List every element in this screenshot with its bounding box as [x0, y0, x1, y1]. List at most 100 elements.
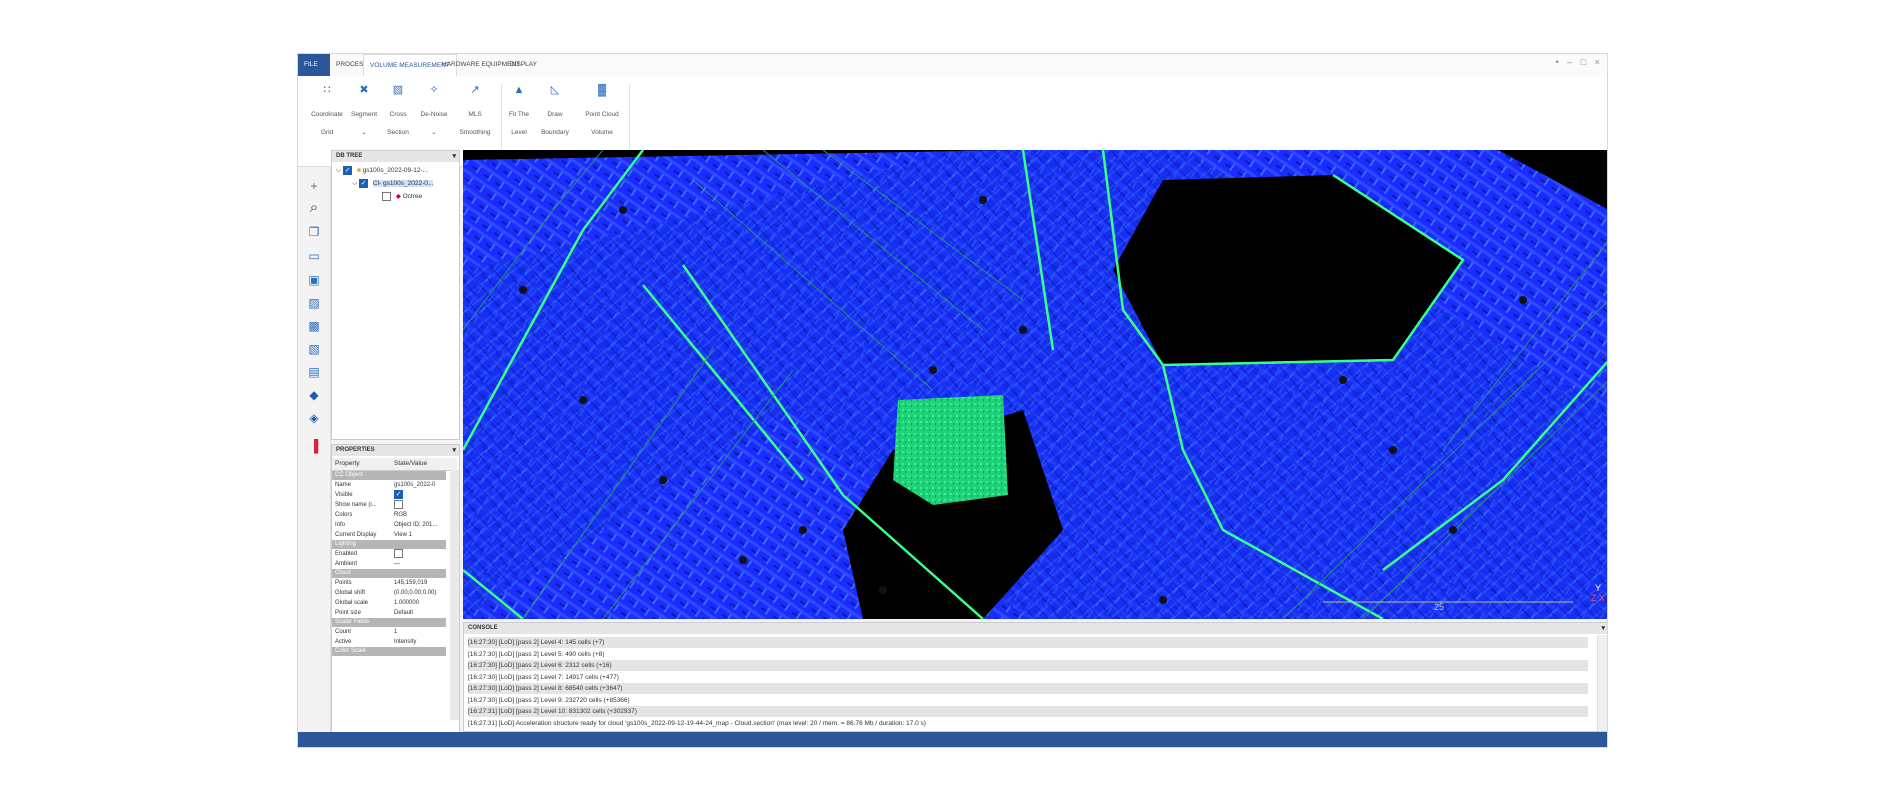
- point-cloud-viewport[interactable]: 25 Y Z X: [463, 150, 1607, 619]
- property-value: [394, 549, 444, 559]
- tree-item-checkbox[interactable]: ✓: [343, 165, 353, 175]
- property-key: Name: [335, 482, 352, 488]
- shield-alt-icon[interactable]: ◈: [305, 409, 323, 427]
- close-icon[interactable]: ▾: [1601, 623, 1605, 634]
- application-window: FILE PROCESS VOLUME MEASUREMENT HARDWARE…: [297, 53, 1608, 748]
- color-scale-icon[interactable]: ▐: [305, 437, 323, 455]
- draw-boundary-button[interactable]: ◺ Draw Boundary: [532, 84, 578, 138]
- point-cloud-render: [463, 150, 1607, 619]
- property-row[interactable]: Info Object ID: 201...: [332, 520, 446, 530]
- tree-item-label: gs100s_2022-09-12-...: [362, 167, 429, 174]
- property-checkbox[interactable]: ✓: [394, 490, 403, 499]
- property-row[interactable]: Enabled: [332, 549, 446, 559]
- property-value: ✓: [394, 490, 444, 500]
- tab-display[interactable]: DISPLAY: [504, 54, 543, 76]
- console-title-text: CONSOLE: [468, 625, 498, 631]
- tree-item-label: Octree: [402, 193, 423, 200]
- property-row[interactable]: Visible ✓: [332, 490, 446, 500]
- draw-boundary-icon: ◺: [550, 84, 560, 96]
- axis-zx-label: Z X: [1590, 593, 1605, 603]
- property-row[interactable]: Show name (i...: [332, 500, 446, 510]
- fit-level-icon: ▲: [513, 84, 525, 96]
- property-value[interactable]: RGB: [394, 510, 444, 520]
- tree-item-checkbox[interactable]: ✓: [359, 178, 369, 188]
- ribbon-tab-bar: FILE PROCESS VOLUME MEASUREMENT HARDWARE…: [298, 54, 1607, 77]
- property-key: Global scale: [335, 600, 369, 606]
- window-controls[interactable]: • – □ ×: [1556, 57, 1603, 67]
- property-row[interactable]: Current Display View 1: [332, 530, 446, 540]
- property-checkbox[interactable]: [394, 549, 403, 558]
- property-value[interactable]: View 1: [394, 530, 444, 540]
- property-value: [394, 500, 444, 510]
- button-label: MLS: [468, 111, 482, 118]
- property-section-header: Lighting: [332, 540, 446, 549]
- denoise-button[interactable]: ✧ De-Noise ⌄: [411, 84, 457, 138]
- property-value[interactable]: 1.000000: [394, 598, 444, 608]
- property-key: Ambient: [335, 561, 358, 567]
- console-line: [16:27:30] [LoD] [pass 2] Level 9: 23272…: [468, 696, 630, 704]
- tree-item-label: Cl- gs100s_2022-0...: [372, 180, 434, 187]
- chevron-down-icon[interactable]: ⌵: [352, 180, 357, 187]
- close-icon[interactable]: ▾: [452, 445, 456, 456]
- property-row[interactable]: Ambient —: [332, 559, 446, 569]
- property-value[interactable]: (0.00;0.00;0.00): [394, 588, 444, 598]
- tree-item[interactable]: ⌵ ✓ ■ gs100s_2022-09-12-...: [336, 164, 428, 177]
- property-key: Enabled: [335, 551, 358, 557]
- plus-icon[interactable]: +: [305, 177, 323, 195]
- property-row[interactable]: Global shift (0.00;0.00;0.00): [332, 588, 446, 598]
- property-row[interactable]: Global scale 1.000000: [332, 598, 446, 608]
- cube-front-icon[interactable]: ▨: [305, 294, 323, 312]
- left-toolbar: + ⌕ ❐ ▭ ▣ ▨ ▩ ▧ ▤ ◆ ◈ ▐: [298, 167, 331, 747]
- cube-back-icon[interactable]: ▧: [305, 340, 323, 358]
- tree-item-checkbox[interactable]: [382, 191, 391, 201]
- property-key: Count: [335, 629, 352, 635]
- tree-item[interactable]: ⌵ ✓ Cl- gs100s_2022-0...: [352, 177, 434, 190]
- button-label: Point Cloud: [585, 111, 619, 118]
- cube-side-icon[interactable]: ▩: [305, 317, 323, 335]
- property-row[interactable]: Colors RGB: [332, 510, 446, 520]
- property-value[interactable]: Default: [394, 608, 444, 618]
- close-icon[interactable]: ▾: [452, 151, 456, 162]
- denoise-icon: ✧: [429, 84, 439, 96]
- property-key: Info: [335, 522, 346, 528]
- ribbon-separator: [629, 84, 630, 156]
- layers-icon[interactable]: ❐: [305, 223, 323, 241]
- property-value[interactable]: 1: [394, 627, 444, 637]
- property-value[interactable]: 145,159,019: [394, 578, 444, 588]
- db-tree-title: DB TREE ▾: [332, 151, 459, 162]
- console-title: CONSOLE ▾: [464, 623, 1607, 634]
- console-line: [16:27:31] [LoD] [pass 2] Level 10: 8313…: [468, 706, 1588, 717]
- property-value[interactable]: —: [394, 559, 444, 569]
- zoom-icon[interactable]: ⌕: [305, 199, 323, 217]
- db-tree-title-text: DB TREE: [336, 153, 363, 159]
- properties-scrollbar[interactable]: [450, 470, 459, 720]
- view-icon[interactable]: ▭: [305, 247, 323, 265]
- property-row[interactable]: Points 145,159,019: [332, 578, 446, 588]
- console-scrollbar[interactable]: [1597, 635, 1607, 731]
- tree-item[interactable]: ◆ Octree: [382, 190, 422, 203]
- property-key: Global shift: [335, 590, 366, 596]
- coordinate-grid-icon: ∷: [323, 84, 331, 96]
- property-value[interactable]: Intensity: [394, 637, 444, 647]
- point-cloud-volume-icon: ▓: [597, 84, 607, 96]
- property-key: Show name (i...: [335, 502, 377, 508]
- property-row[interactable]: Name gs100s_2022-0: [332, 480, 446, 490]
- property-row[interactable]: Count 1: [332, 627, 446, 637]
- property-value[interactable]: Object ID: 201...: [394, 520, 444, 530]
- property-row[interactable]: Active Intensity: [332, 637, 446, 647]
- axis-indicator: Y Z X: [1591, 583, 1605, 603]
- chevron-down-icon[interactable]: ⌵: [336, 167, 341, 174]
- folder-icon: ■: [356, 167, 361, 174]
- cube-icon[interactable]: ▣: [305, 271, 323, 289]
- property-key: Visible: [335, 492, 353, 498]
- segment-icon: ✖: [359, 84, 369, 96]
- property-checkbox[interactable]: [394, 500, 403, 509]
- db-tree-panel: DB TREE ▾ ⌵ ✓ ■ gs100s_2022-09-12-... ⌵ ✓…: [331, 150, 460, 440]
- mls-smoothing-button[interactable]: ↗ MLS Smoothing: [452, 84, 498, 138]
- tab-file[interactable]: FILE: [298, 54, 330, 76]
- property-row[interactable]: Point size Default: [332, 608, 446, 618]
- property-value[interactable]: gs100s_2022-0: [394, 480, 444, 490]
- cube-top-icon[interactable]: ▤: [305, 363, 323, 381]
- point-cloud-volume-button[interactable]: ▓ Point Cloud Volume: [579, 84, 625, 138]
- shield-icon[interactable]: ◆: [305, 386, 323, 404]
